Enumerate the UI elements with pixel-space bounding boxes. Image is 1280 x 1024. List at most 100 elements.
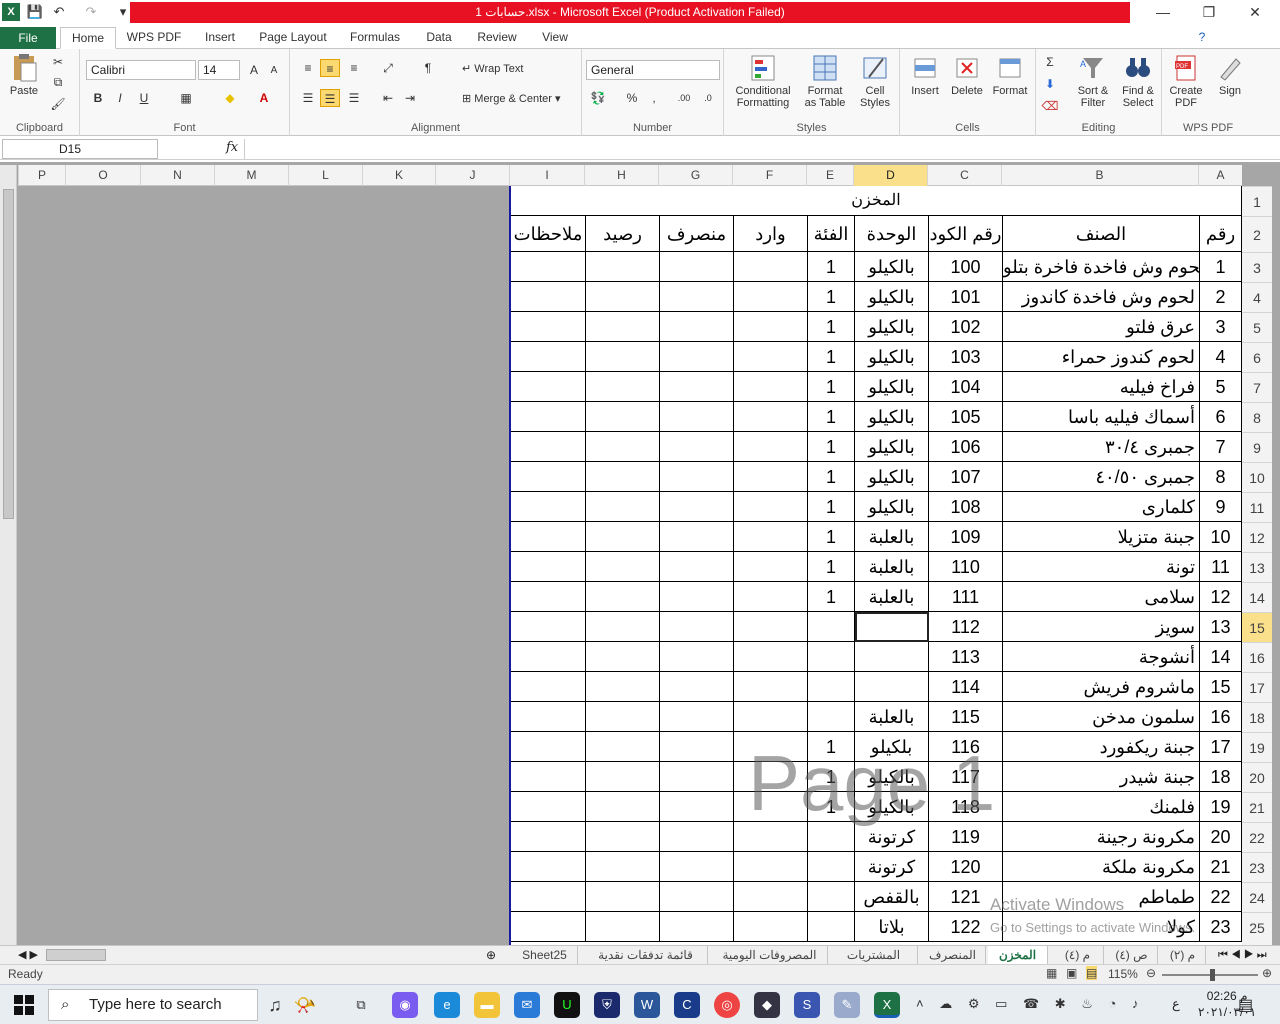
cell-b-24[interactable]: طماطم	[1003, 882, 1200, 912]
taskbar-search[interactable]: ⌕ Type here to search	[48, 989, 258, 1021]
cell-i-6[interactable]	[511, 342, 586, 372]
conditional-formatting-button[interactable]: Conditional Formatting	[730, 53, 796, 109]
cell-a-14[interactable]: 12	[1200, 582, 1242, 612]
row-header-7[interactable]: 7	[1242, 372, 1272, 402]
tab-formulas[interactable]: Formulas	[342, 27, 408, 49]
cell-e-15[interactable]	[808, 612, 855, 642]
cell-d-22[interactable]: كرتونة	[855, 822, 929, 852]
cell-f-9[interactable]	[734, 432, 808, 462]
redo-icon[interactable]: ↷	[82, 3, 100, 21]
cell-a-17[interactable]: 15	[1200, 672, 1242, 702]
cell-a-9[interactable]: 7	[1200, 432, 1242, 462]
column-header-l[interactable]: L	[288, 165, 362, 186]
cell-e-21[interactable]: 1	[808, 792, 855, 822]
minimize-button[interactable]: —	[1140, 0, 1186, 25]
cell-e-19[interactable]: 1	[808, 732, 855, 762]
tab-review[interactable]: Review	[470, 27, 524, 49]
cell-a-11[interactable]: 9	[1200, 492, 1242, 522]
cell-f-4[interactable]	[734, 282, 808, 312]
autosum-icon[interactable]: Σ	[1040, 53, 1060, 71]
text-direction-icon[interactable]: ¶	[418, 59, 438, 77]
cell-f-10[interactable]	[734, 462, 808, 492]
cell-i-5[interactable]	[511, 312, 586, 342]
cell-g-25[interactable]	[660, 912, 734, 942]
cell-b-19[interactable]: جبنة ريكفورد	[1003, 732, 1200, 762]
row-header-5[interactable]: 5	[1242, 312, 1272, 342]
cell-e-25[interactable]	[808, 912, 855, 942]
fill-icon[interactable]: ⬇	[1040, 75, 1060, 93]
cell-f-13[interactable]	[734, 552, 808, 582]
formula-input[interactable]	[244, 139, 1264, 159]
cell-c-17[interactable]: 114	[929, 672, 1003, 702]
sheet-content[interactable]: المخزن رقم الصنف رقم الكود الوحدة الفئة وارد م…	[509, 186, 1242, 945]
increase-indent-icon[interactable]: ⇥	[400, 89, 420, 107]
column-header-i[interactable]: I	[509, 165, 584, 186]
cell-g-10[interactable]	[660, 462, 734, 492]
column-header-e[interactable]: E	[806, 165, 853, 186]
delete-cells-button[interactable]: Delete	[946, 53, 988, 97]
borders-icon[interactable]: ▦	[176, 89, 196, 107]
fill-color-icon[interactable]: ◆	[220, 89, 240, 107]
sheet-tab[interactable]: Sheet25	[512, 946, 578, 964]
view-normal-icon[interactable]: ▦	[1046, 966, 1057, 980]
hscroll-thumb[interactable]	[46, 949, 106, 961]
cell-g-6[interactable]	[660, 342, 734, 372]
cell-d-19[interactable]: بلكيلو	[855, 732, 929, 762]
header-cell-d[interactable]: الوحدة	[855, 216, 929, 252]
cell-c-9[interactable]: 106	[929, 432, 1003, 462]
cell-d-12[interactable]: بالعلبة	[855, 522, 929, 552]
language-indicator[interactable]: ع	[1172, 996, 1180, 1012]
cell-i-12[interactable]	[511, 522, 586, 552]
cell-a-20[interactable]: 18	[1200, 762, 1242, 792]
cell-b-16[interactable]: أنشوجة	[1003, 642, 1200, 672]
cell-e-12[interactable]: 1	[808, 522, 855, 552]
cell-g-9[interactable]	[660, 432, 734, 462]
cell-f-23[interactable]	[734, 852, 808, 882]
cell-i-10[interactable]	[511, 462, 586, 492]
row-header-12[interactable]: 12	[1242, 522, 1272, 552]
cell-i-19[interactable]	[511, 732, 586, 762]
cell-b-11[interactable]: كلمارى	[1003, 492, 1200, 522]
cell-e-14[interactable]: 1	[808, 582, 855, 612]
cell-h-17[interactable]	[586, 672, 660, 702]
font-size-select[interactable]: 14	[198, 60, 240, 80]
cell-e-6[interactable]: 1	[808, 342, 855, 372]
cell-i-7[interactable]	[511, 372, 586, 402]
find-select-button[interactable]: Find & Select	[1116, 53, 1160, 109]
cell-a-12[interactable]: 10	[1200, 522, 1242, 552]
cell-e-4[interactable]: 1	[808, 282, 855, 312]
cell-d-7[interactable]: بالكيلو	[855, 372, 929, 402]
header-cell-f[interactable]: وارد	[734, 216, 808, 252]
cell-d-18[interactable]: بالعلبة	[855, 702, 929, 732]
cell-h-16[interactable]	[586, 642, 660, 672]
column-header-j[interactable]: J	[435, 165, 509, 186]
cell-g-17[interactable]	[660, 672, 734, 702]
cell-f-7[interactable]	[734, 372, 808, 402]
cell-e-23[interactable]	[808, 852, 855, 882]
app-c-icon[interactable]: C	[674, 992, 700, 1018]
row-header-24[interactable]: 24	[1242, 882, 1272, 912]
save-icon[interactable]: 💾	[26, 3, 44, 21]
zoom-level[interactable]: 115%	[1108, 967, 1138, 981]
cell-styles-button[interactable]: Cell Styles	[854, 53, 896, 109]
cell-c-5[interactable]: 102	[929, 312, 1003, 342]
cell-b-15[interactable]: سويز	[1003, 612, 1200, 642]
cell-h-3[interactable]	[586, 252, 660, 282]
cell-c-11[interactable]: 108	[929, 492, 1003, 522]
cell-a-8[interactable]: 6	[1200, 402, 1242, 432]
header-cell-a[interactable]: رقم	[1200, 216, 1242, 252]
cell-e-16[interactable]	[808, 642, 855, 672]
cell-b-7[interactable]: فراخ فيليه	[1003, 372, 1200, 402]
accounting-format-icon[interactable]: 💱	[588, 89, 608, 107]
cell-i-4[interactable]	[511, 282, 586, 312]
cell-h-11[interactable]	[586, 492, 660, 522]
cell-c-13[interactable]: 110	[929, 552, 1003, 582]
cell-g-13[interactable]	[660, 552, 734, 582]
cell-h-8[interactable]	[586, 402, 660, 432]
cell-g-21[interactable]	[660, 792, 734, 822]
column-header-h[interactable]: H	[584, 165, 658, 186]
cell-a-7[interactable]: 5	[1200, 372, 1242, 402]
cell-a-25[interactable]: 23	[1200, 912, 1242, 942]
column-header-c[interactable]: C	[927, 165, 1001, 186]
cell-e-10[interactable]: 1	[808, 462, 855, 492]
